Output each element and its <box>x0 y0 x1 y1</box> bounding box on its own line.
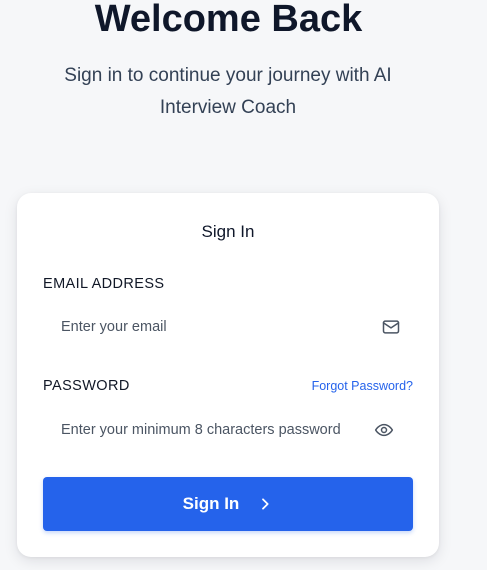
password-label: PASSWORD <box>43 378 130 394</box>
password-field[interactable] <box>43 410 363 450</box>
password-field-wrapper <box>43 410 413 450</box>
sign-in-button-label: Sign In <box>182 494 240 513</box>
email-label: EMAIL ADDRESS <box>43 276 165 292</box>
chevron-right-icon <box>262 498 269 510</box>
page-title: Welcome Back <box>94 0 363 40</box>
email-field-wrapper <box>43 307 413 347</box>
sign-in-card: Sign In EMAIL ADDRESS PASSWORD Forgot Pa… <box>17 193 439 557</box>
mail-icon <box>381 317 401 337</box>
sign-in-button[interactable]: Sign In <box>43 477 413 531</box>
eye-icon[interactable] <box>374 420 394 440</box>
sign-in-page: Welcome Back Sign in to continue your jo… <box>0 0 487 570</box>
email-field[interactable] <box>43 307 363 347</box>
card-title: Sign In <box>201 222 255 241</box>
page-subtitle: Sign in to continue your journey with AI… <box>64 65 392 118</box>
forgot-password-link[interactable]: Forgot Password? <box>312 379 413 393</box>
